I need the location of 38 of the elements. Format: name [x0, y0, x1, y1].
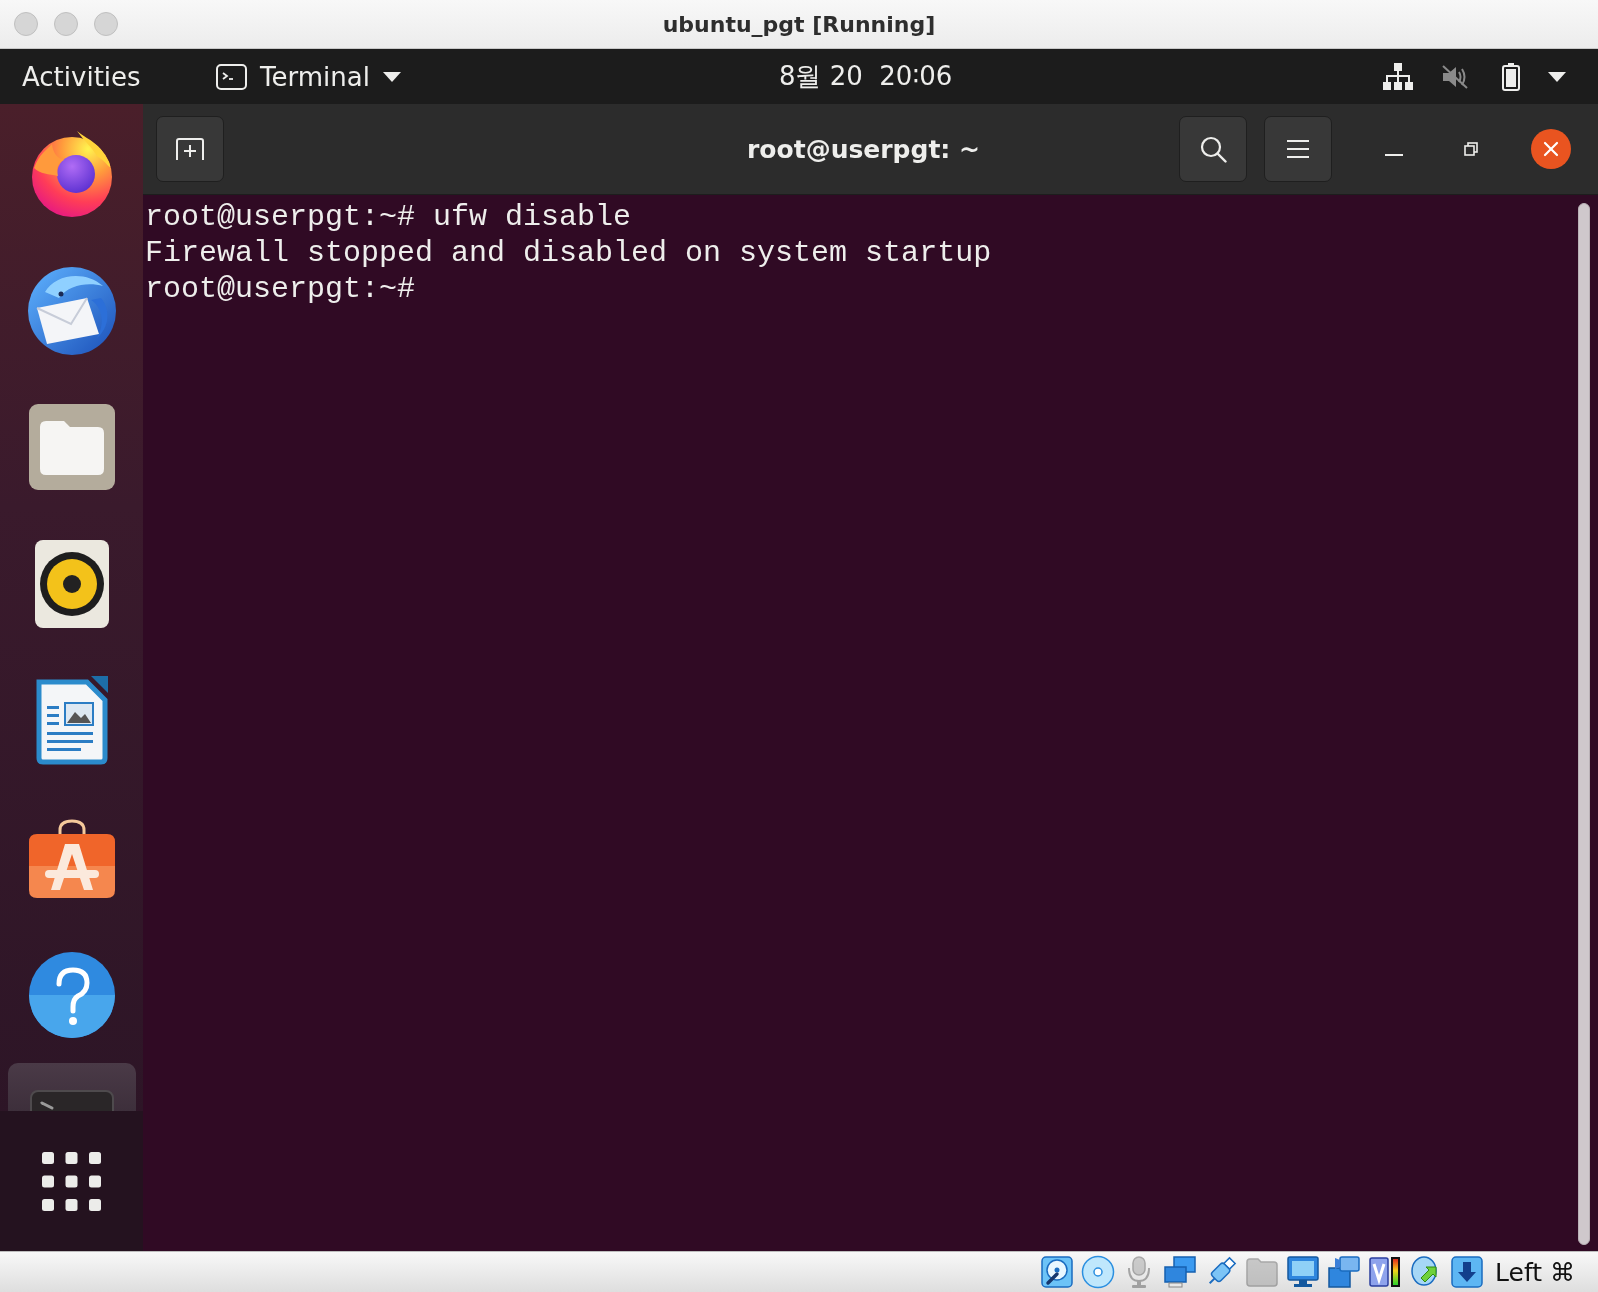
scrollbar[interactable]	[1578, 203, 1590, 1245]
terminal-icon	[29, 1090, 114, 1111]
minimize-icon	[1385, 154, 1403, 156]
host-key-label: Left ⌘	[1495, 1257, 1575, 1287]
close-icon	[1543, 141, 1559, 157]
network-icon	[1383, 62, 1413, 91]
caret-icon	[382, 71, 401, 82]
caret-icon	[1548, 71, 1566, 82]
monitors-icon[interactable]	[1163, 1255, 1197, 1289]
tab-plus-icon	[175, 137, 205, 161]
search-button[interactable]	[1179, 116, 1247, 182]
optical-disc-icon[interactable]	[1081, 1255, 1115, 1289]
terminal-prompt-icon	[216, 63, 247, 90]
document-icon	[34, 675, 109, 766]
menu-button[interactable]	[1264, 116, 1332, 182]
monitor-icon[interactable]	[1286, 1255, 1320, 1289]
chip-meter-icon[interactable]	[1368, 1255, 1402, 1289]
question-mark-icon	[27, 950, 116, 1039]
show-apps-button[interactable]	[42, 1151, 101, 1211]
speaker-icon	[1441, 62, 1469, 91]
app-menu-button[interactable]: Terminal	[216, 49, 401, 104]
terminal-line: Firewall stopped and disabled on system startup	[145, 235, 992, 271]
video-camera-icon[interactable]	[1327, 1255, 1361, 1289]
search-icon	[1199, 135, 1227, 163]
menu-icon	[1287, 140, 1309, 158]
terminal-line: root@userpgt:~# ufw disable	[145, 199, 632, 235]
terminal-line: root@userpgt:~#	[145, 271, 416, 307]
close-button[interactable]	[1531, 129, 1571, 169]
new-tab-button[interactable]	[156, 116, 224, 182]
speaker-icon	[34, 539, 109, 628]
activities-button[interactable]: Activities	[0, 49, 216, 104]
battery-icon	[1502, 62, 1520, 91]
restore-icon	[1464, 142, 1478, 156]
folder-icon	[27, 402, 116, 491]
window-title: root@userpgt: ~	[747, 134, 980, 164]
apps-grid-icon	[42, 1151, 101, 1211]
clock-button[interactable]: 8월 20 20∶06	[778, 49, 953, 104]
window-title: ubuntu_pgt [Running]	[662, 11, 936, 37]
